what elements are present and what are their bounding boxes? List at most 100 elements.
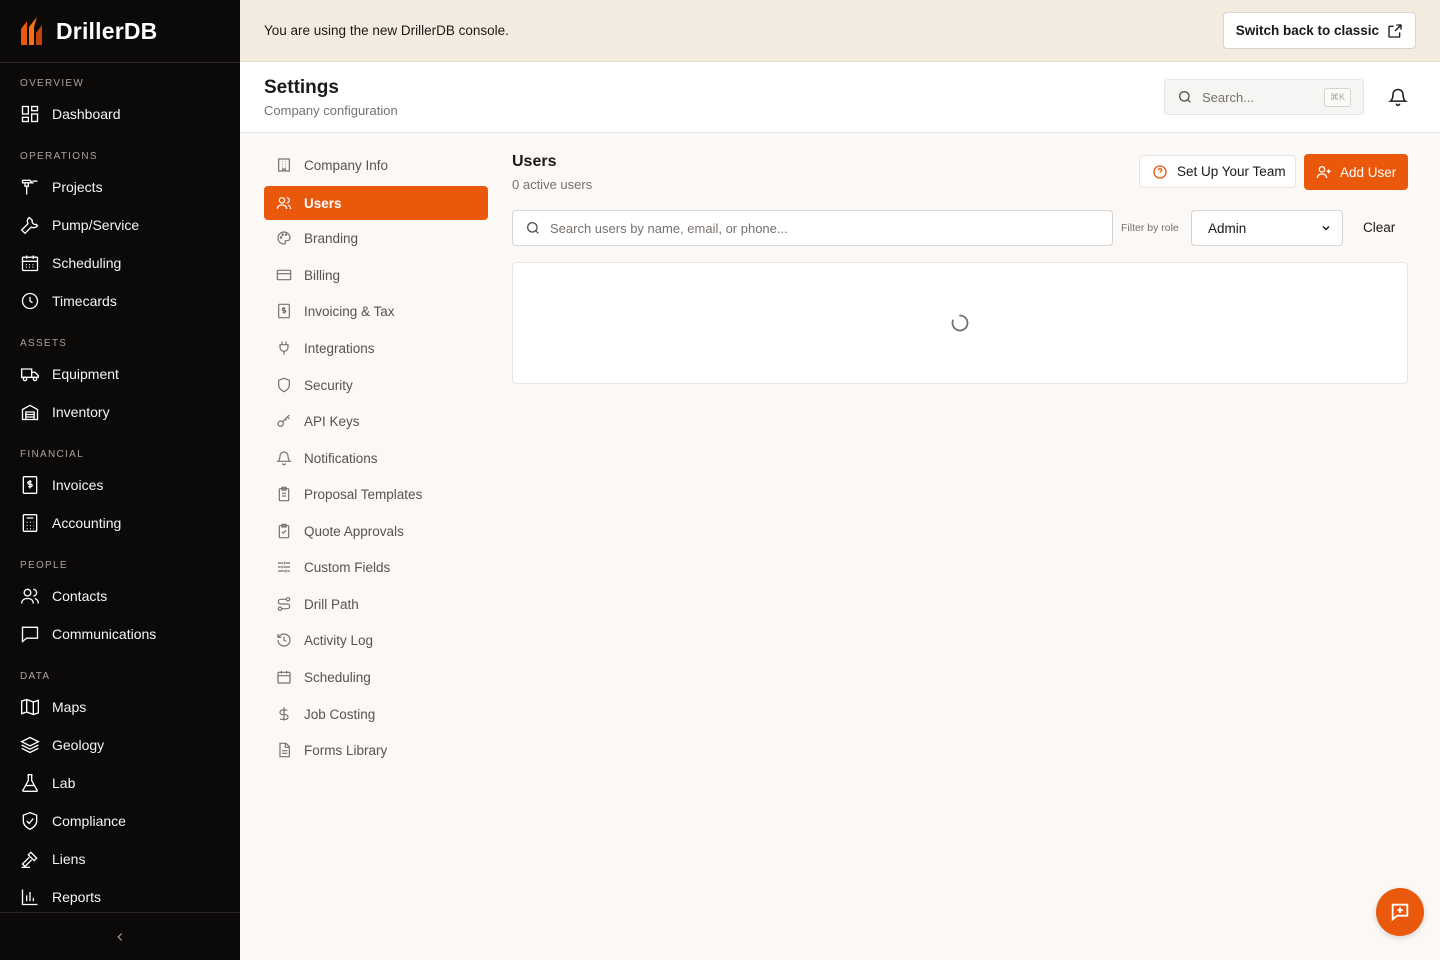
- nav-item-label: Maps: [52, 699, 87, 715]
- building-icon: [278, 158, 290, 172]
- nav-item-maps[interactable]: Maps: [20, 696, 86, 718]
- nav-item-label: Scheduling: [52, 255, 122, 271]
- nav-section-data: DATA: [20, 671, 51, 682]
- add-user-label: Add User: [1340, 164, 1397, 180]
- nav-item-geology[interactable]: Geology: [20, 734, 104, 756]
- chevron-down-icon: [1322, 225, 1330, 231]
- settings-item-activity-log[interactable]: Activity Log: [264, 623, 488, 657]
- nav-section-operations: OPERATIONS: [20, 151, 98, 162]
- nav-item-dashboard[interactable]: Dashboard: [20, 103, 121, 125]
- settings-item-notifications[interactable]: Notifications: [264, 441, 488, 475]
- external-link-icon: [1388, 23, 1402, 38]
- settings-item-custom-fields[interactable]: Custom Fields: [264, 550, 488, 584]
- settings-item-scheduling[interactable]: Scheduling: [264, 660, 488, 694]
- user-search-input[interactable]: [550, 220, 1090, 236]
- shield-icon: [278, 377, 290, 393]
- search-icon: [1179, 91, 1191, 103]
- calculator-icon: [22, 514, 38, 532]
- nav-item-reports[interactable]: Reports: [20, 886, 101, 908]
- settings-item-job-costing[interactable]: Job Costing: [264, 697, 488, 731]
- search-shortcut-badge: ⌘K: [1323, 87, 1351, 107]
- warehouse-icon: [21, 404, 39, 421]
- settings-item-security[interactable]: Security: [264, 368, 488, 402]
- nav-item-label: Invoices: [52, 477, 104, 493]
- route-icon: [277, 597, 291, 611]
- nav-item-scheduling[interactable]: Scheduling: [20, 252, 121, 274]
- settings-item-label: Users: [304, 195, 342, 211]
- settings-item-proposal-templates[interactable]: Proposal Templates: [264, 477, 488, 511]
- nav-item-projects[interactable]: Projects: [20, 176, 103, 198]
- users-icon: [276, 197, 292, 210]
- settings-item-label: Job Costing: [304, 706, 376, 722]
- user-plus-icon: [1316, 166, 1331, 179]
- settings-item-label: Proposal Templates: [304, 486, 423, 502]
- nav-item-contacts[interactable]: Contacts: [20, 585, 107, 607]
- clock-icon: [21, 292, 39, 310]
- settings-item-drill-path[interactable]: Drill Path: [264, 587, 488, 621]
- gavel-icon: [21, 851, 38, 868]
- settings-item-label: API Keys: [304, 413, 360, 429]
- search-icon: [527, 222, 539, 234]
- flask-icon: [22, 774, 38, 793]
- brand[interactable]: DrillerDB: [0, 0, 240, 63]
- brand-name: DrillerDB: [56, 17, 158, 44]
- users-section-title: Users: [512, 153, 557, 170]
- settings-item-label: Custom Fields: [304, 559, 391, 575]
- nav-item-accounting[interactable]: Accounting: [20, 512, 121, 534]
- nav-item-pump-service[interactable]: Pump/Service: [20, 214, 139, 236]
- settings-item-label: Integrations: [304, 340, 375, 356]
- active-users-count: 0 active users: [512, 177, 593, 192]
- set-up-team-button[interactable]: Set Up Your Team: [1139, 155, 1296, 188]
- message-plus-icon: [1391, 903, 1409, 922]
- switch-to-classic-button[interactable]: Switch back to classic: [1222, 12, 1416, 49]
- clipboard-icon: [278, 486, 290, 502]
- settings-item-label: Billing: [304, 267, 341, 283]
- settings-item-company-info[interactable]: Company Info: [264, 148, 488, 182]
- nav-item-communications[interactable]: Communications: [20, 623, 156, 645]
- page-header: Settings Company configuration Search...…: [240, 62, 1440, 133]
- clear-filters-button[interactable]: Clear: [1363, 220, 1395, 235]
- add-user-button[interactable]: Add User: [1304, 154, 1408, 190]
- user-search-field[interactable]: [512, 210, 1113, 246]
- loading-spinner-icon: [951, 314, 969, 332]
- nav-item-compliance[interactable]: Compliance: [20, 810, 126, 832]
- nav-item-label: Dashboard: [52, 106, 121, 122]
- page-subtitle: Company configuration: [264, 103, 398, 118]
- nav-item-equipment[interactable]: Equipment: [20, 363, 119, 385]
- settings-item-forms-library[interactable]: Forms Library: [264, 733, 488, 767]
- settings-item-label: Forms Library: [304, 742, 388, 758]
- global-search-input[interactable]: Search... ⌘K: [1164, 79, 1364, 115]
- set-up-team-label: Set Up Your Team: [1177, 164, 1286, 179]
- nav-item-label: Pump/Service: [52, 217, 140, 233]
- credit-card-icon: [276, 269, 292, 281]
- global-search-placeholder: Search...: [1202, 89, 1255, 105]
- settings-item-invoicing-tax[interactable]: Invoicing & Tax: [264, 294, 488, 328]
- nav-item-liens[interactable]: Liens: [20, 848, 85, 870]
- settings-item-label: Quote Approvals: [304, 523, 404, 539]
- role-filter-select[interactable]: Admin: [1191, 210, 1343, 246]
- settings-item-label: Scheduling: [304, 669, 371, 685]
- settings-item-label: Drill Path: [304, 596, 359, 612]
- settings-item-billing[interactable]: Billing: [264, 258, 488, 292]
- settings-item-integrations[interactable]: Integrations: [264, 331, 488, 365]
- nav-item-inventory[interactable]: Inventory: [20, 401, 110, 423]
- wrench-icon: [20, 216, 39, 235]
- nav-item-label: Contacts: [52, 588, 108, 604]
- settings-item-api-keys[interactable]: API Keys: [264, 404, 488, 438]
- nav-item-timecards[interactable]: Timecards: [20, 290, 117, 312]
- clipboard-check-icon: [278, 523, 290, 539]
- nav-item-label: Reports: [52, 889, 102, 905]
- settings-item-label: Company Info: [304, 157, 389, 173]
- settings-item-branding[interactable]: Branding: [264, 221, 488, 255]
- console-banner: You are using the new DrillerDB console.…: [240, 0, 1440, 62]
- collapse-sidebar-button[interactable]: [0, 912, 240, 960]
- grid-icon: [21, 105, 39, 123]
- settings-item-users[interactable]: Users: [264, 186, 488, 220]
- settings-item-quote-approvals[interactable]: Quote Approvals: [264, 514, 488, 548]
- notifications-bell-icon[interactable]: [1388, 87, 1408, 107]
- feedback-chat-button[interactable]: [1376, 888, 1424, 936]
- banner-text: You are using the new DrillerDB console.: [264, 23, 509, 38]
- nav-item-invoices[interactable]: Invoices: [20, 474, 103, 496]
- nav-item-label: Geology: [52, 737, 105, 753]
- nav-item-lab[interactable]: Lab: [20, 772, 75, 794]
